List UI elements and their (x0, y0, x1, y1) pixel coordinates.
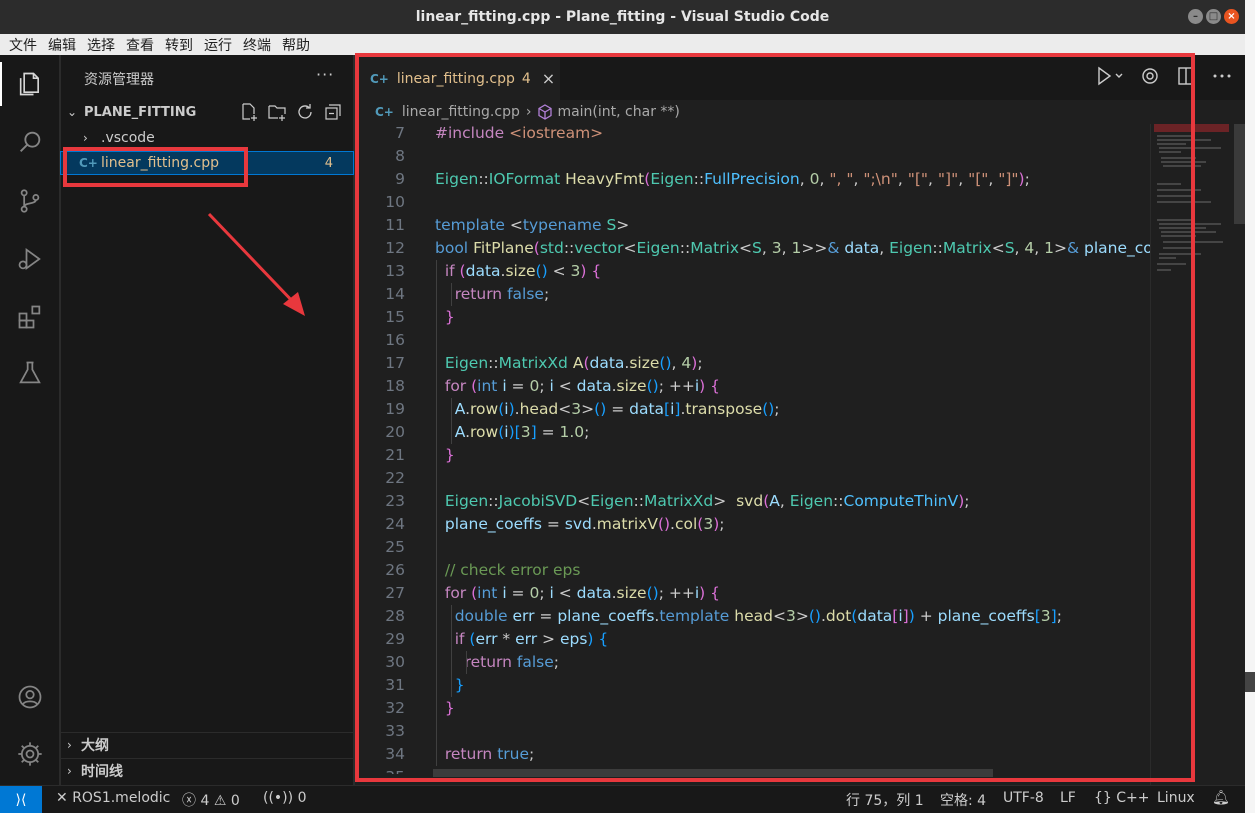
account-icon[interactable] (0, 671, 60, 723)
background-window-bar (1245, 672, 1255, 692)
notifications-bell-icon[interactable]: 🔔︎ (1212, 790, 1230, 806)
testing-icon[interactable] (0, 347, 60, 399)
activity-bar (0, 55, 60, 785)
warning-count: 0 (230, 793, 240, 809)
problems-status[interactable]: ⓧ 4 ⚠ 0 (182, 790, 240, 810)
search-icon[interactable] (0, 116, 60, 168)
error-count: 4 (200, 793, 210, 809)
language-label: C++ (1116, 790, 1150, 806)
explorer-title: 资源管理器 (84, 72, 154, 88)
menu-file[interactable]: 文件 (9, 35, 37, 55)
warning-icon: ⚠ (213, 793, 227, 809)
chevron-right-icon: › (67, 737, 72, 752)
outline-section[interactable]: › 大纲 (61, 732, 353, 756)
error-icon: ⓧ (182, 793, 196, 809)
menu-run[interactable]: 运行 (204, 35, 232, 55)
annotation-editor-highlight (355, 53, 1195, 782)
more-actions-icon[interactable]: ··· (316, 65, 334, 84)
background-window-edge (1245, 0, 1255, 813)
language-mode[interactable]: {} C++ (1094, 790, 1150, 806)
run-debug-icon[interactable] (0, 233, 60, 285)
end-of-line[interactable]: LF (1060, 790, 1076, 806)
ros-label: ROS1.melodic (72, 790, 171, 806)
cursor-position[interactable]: 行 75，列 1 (846, 790, 924, 810)
timeline-label: 时间线 (81, 763, 123, 780)
extensions-icon[interactable] (0, 291, 60, 343)
chevron-right-icon: › (67, 763, 72, 778)
indentation[interactable]: 空格: 4 (940, 790, 986, 810)
source-control-icon[interactable] (0, 175, 60, 227)
menu-bar: 文件 编辑 选择 查看 转到 运行 终端 帮助 (0, 34, 1245, 55)
menu-terminal[interactable]: 终端 (243, 35, 271, 55)
more-actions-icon[interactable] (1211, 65, 1233, 87)
ros-status[interactable]: ✕ ROS1.melodic (56, 790, 170, 806)
menu-go[interactable]: 转到 (165, 35, 193, 55)
braces-icon: {} (1094, 790, 1112, 806)
chevron-right-icon: › (83, 131, 88, 145)
encoding[interactable]: UTF-8 (1003, 790, 1044, 806)
timeline-section[interactable]: › 时间线 (61, 758, 353, 782)
window-controls: – □ × (1188, 9, 1239, 24)
maximize-icon[interactable]: □ (1206, 9, 1221, 24)
broadcast-icon: ((•)) (263, 790, 294, 806)
outline-label: 大纲 (81, 737, 109, 754)
collapse-all-icon[interactable] (323, 102, 343, 122)
settings-gear-icon[interactable] (0, 728, 60, 780)
title-bar: linear_fitting.cpp - Plane_fitting - Vis… (0, 0, 1245, 34)
menu-edit[interactable]: 编辑 (48, 35, 76, 55)
tree-item-vscode[interactable]: › .vscode (61, 127, 353, 149)
menu-view[interactable]: 查看 (126, 35, 154, 55)
annotation-arrow (207, 212, 305, 316)
tree-item-label: .vscode (101, 130, 155, 146)
window-title: linear_fitting.cpp - Plane_fitting - Vis… (415, 9, 830, 25)
menu-help[interactable]: 帮助 (282, 35, 310, 55)
remote-icon[interactable]: ⟩⟨ (0, 786, 42, 813)
minimize-icon[interactable]: – (1188, 9, 1203, 24)
folder-toolbar (239, 102, 343, 122)
ports-count: 0 (297, 790, 307, 806)
annotation-file-highlight (63, 147, 248, 187)
refresh-icon[interactable] (295, 102, 315, 122)
platform[interactable]: Linux (1157, 790, 1195, 806)
menu-selection[interactable]: 选择 (87, 35, 115, 55)
status-bar: ⟩⟨ ✕ ROS1.melodic ⓧ 4 ⚠ 0 ((•)) 0 行 75，列… (0, 785, 1245, 813)
new-file-icon[interactable] (239, 102, 259, 122)
problem-count-badge: 4 (324, 155, 333, 171)
explorer-icon[interactable] (0, 58, 60, 110)
ports-status[interactable]: ((•)) 0 (263, 790, 306, 806)
chevron-down-icon: ⌄ (67, 105, 78, 119)
new-folder-icon[interactable] (267, 102, 287, 122)
close-window-icon[interactable]: × (1224, 9, 1239, 24)
folder-name: PLANE_FITTING (84, 104, 197, 120)
